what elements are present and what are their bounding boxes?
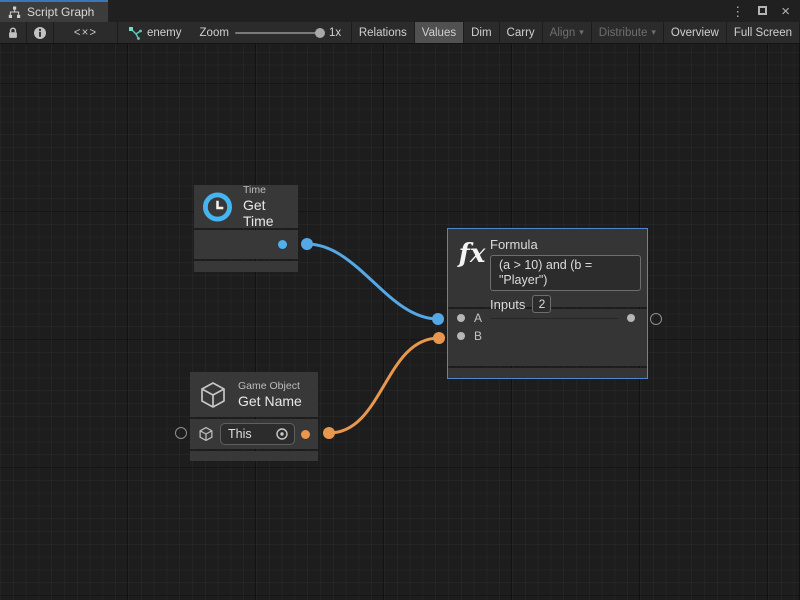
port-b-label: B <box>474 329 482 343</box>
zoom-label: Zoom <box>200 27 229 39</box>
node-category: Time <box>243 184 298 196</box>
node-formula[interactable]: fx Formula (a > 10) and (b = "Player") I… <box>447 228 648 379</box>
values-button[interactable]: Values <box>415 22 464 43</box>
dropdown-caret-icon: ▾ <box>651 27 656 38</box>
inputs-label: Inputs <box>490 297 525 312</box>
close-icon[interactable]: × <box>781 4 790 19</box>
input-port-b[interactable] <box>457 332 465 340</box>
inputs-count-field[interactable]: 2 <box>532 295 551 313</box>
port-connector-line <box>491 318 618 319</box>
output-port-getname[interactable] <box>301 430 310 439</box>
wire-endpoint <box>323 427 335 439</box>
tab-title: Script Graph <box>27 5 94 19</box>
code-view-button[interactable]: <×> <box>54 22 118 43</box>
graph-hierarchy-icon <box>8 6 21 19</box>
port-a-label: A <box>474 311 482 325</box>
code-toggle-icon: <×> <box>74 27 97 39</box>
toolbar-buttons: Relations Values Dim Carry Align ▾ Distr… <box>351 22 800 43</box>
wire-endpoint <box>301 238 313 250</box>
fx-icon: fx <box>457 239 487 269</box>
wire-endpoint <box>432 313 444 325</box>
zoom-control: Zoom 1x <box>192 22 350 43</box>
breadcrumb[interactable]: enemy <box>118 22 192 43</box>
node-get-name[interactable]: Game Object Get Name This <box>190 372 318 461</box>
overview-button[interactable]: Overview <box>664 22 727 43</box>
output-port-gettime[interactable] <box>278 240 287 249</box>
target-object-value: This <box>228 427 275 441</box>
title-bar: Script Graph ⋮ × <box>0 0 800 22</box>
node-category: Game Object <box>238 380 302 392</box>
node-get-time[interactable]: Time Get Time <box>194 185 298 272</box>
target-object-field[interactable]: This <box>220 423 295 445</box>
graph-breadcrumb-icon <box>128 26 142 40</box>
fullscreen-button[interactable]: Full Screen <box>727 22 800 43</box>
cube-port-icon <box>198 426 214 442</box>
node-title: Formula <box>490 237 641 252</box>
node-footer <box>194 261 298 272</box>
input-port-a[interactable] <box>457 314 465 322</box>
unconnected-output-port-formula[interactable] <box>650 313 662 325</box>
graph-canvas[interactable]: Time Get Time Game Object Get Name <box>0 44 800 600</box>
formula-expression-field[interactable]: (a > 10) and (b = "Player") <box>490 255 641 291</box>
maximize-icon[interactable] <box>758 2 767 20</box>
info-button[interactable] <box>27 22 54 43</box>
window-menu-icon[interactable]: ⋮ <box>731 5 744 18</box>
tab-script-graph[interactable]: Script Graph <box>0 0 108 22</box>
info-icon <box>33 26 47 40</box>
lock-icon <box>6 26 20 40</box>
zoom-value: 1x <box>329 27 341 39</box>
port-row-b: B <box>448 327 647 345</box>
clock-icon <box>202 191 233 223</box>
object-picker-icon[interactable] <box>275 427 289 441</box>
lock-button[interactable] <box>0 22 27 43</box>
connection-wires <box>0 44 800 600</box>
align-button[interactable]: Align ▾ <box>543 22 592 43</box>
distribute-button[interactable]: Distribute ▾ <box>592 22 664 43</box>
cube-icon <box>198 380 228 410</box>
carry-button[interactable]: Carry <box>500 22 543 43</box>
breadcrumb-label: enemy <box>147 27 182 39</box>
zoom-slider-handle[interactable] <box>315 28 325 38</box>
node-footer <box>448 368 647 378</box>
script-graph-window: Script Graph ⋮ × <×> <box>0 0 800 600</box>
zoom-slider[interactable] <box>235 32 323 34</box>
node-title: Get Name <box>238 393 302 409</box>
node-title: Get Time <box>243 197 298 229</box>
relations-button[interactable]: Relations <box>351 22 415 43</box>
window-controls: ⋮ × <box>731 0 800 22</box>
unconnected-input-port-getname[interactable] <box>175 427 187 439</box>
wire-endpoint <box>433 332 445 344</box>
graph-toolbar: <×> enemy Zoom 1x Relations Values Dim C… <box>0 22 800 44</box>
wire-gettime-to-formula-a[interactable] <box>307 244 438 319</box>
wire-getname-to-formula-b[interactable] <box>329 338 439 433</box>
output-port-result[interactable] <box>627 314 635 322</box>
node-footer <box>190 451 318 461</box>
dim-button[interactable]: Dim <box>464 22 499 43</box>
dropdown-caret-icon: ▾ <box>579 27 584 38</box>
